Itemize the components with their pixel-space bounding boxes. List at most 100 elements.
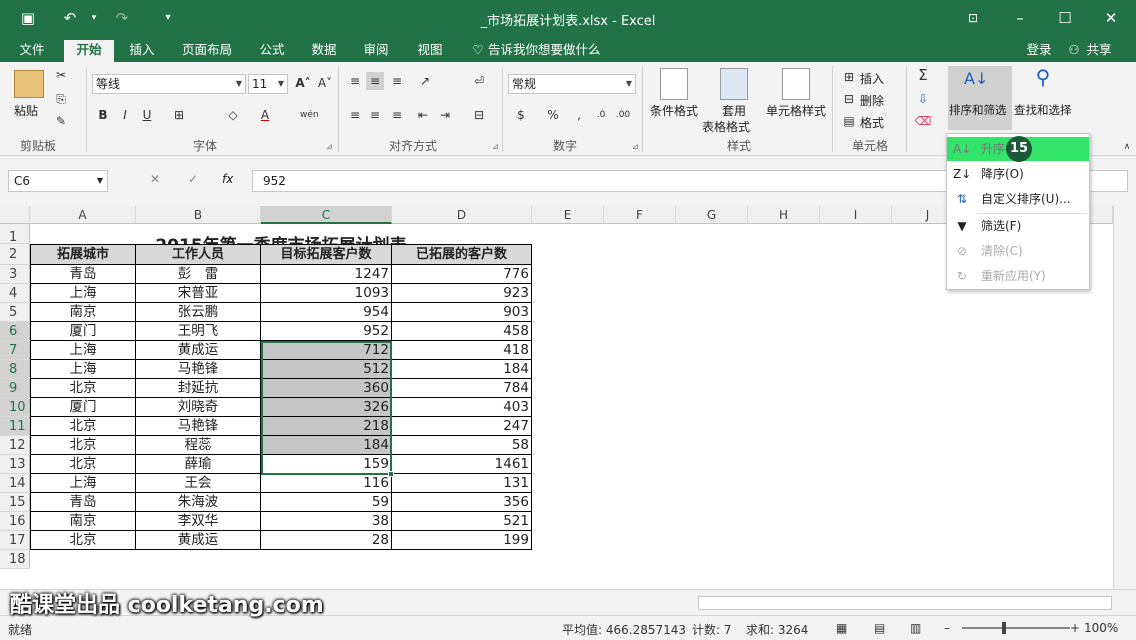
tab-review[interactable]: 审阅 bbox=[356, 40, 396, 62]
grow-font-icon[interactable]: A˄ bbox=[294, 74, 312, 92]
table-cell[interactable]: 59 bbox=[261, 493, 392, 512]
row-header[interactable]: 15 bbox=[0, 493, 30, 512]
font-launcher-icon[interactable]: ⊿ bbox=[326, 142, 333, 151]
underline-icon[interactable]: U bbox=[138, 106, 156, 124]
row-header[interactable]: 9 bbox=[0, 379, 30, 398]
tab-page-layout[interactable]: 页面布局 bbox=[172, 40, 242, 62]
row-header[interactable]: 11 bbox=[0, 417, 30, 436]
increase-decimal-icon[interactable]: .0 bbox=[592, 106, 610, 124]
format-cells-button[interactable]: 格式 bbox=[860, 114, 884, 131]
table-cell[interactable]: 薛瑜 bbox=[136, 455, 261, 474]
table-cell[interactable]: 458 bbox=[392, 322, 532, 341]
table-cell[interactable]: 彭 雷 bbox=[136, 265, 261, 284]
font-size-combo[interactable]: 11 ▼ bbox=[248, 74, 288, 94]
percent-icon[interactable]: % bbox=[544, 106, 562, 124]
collapse-ribbon-icon[interactable]: ∧ bbox=[1118, 138, 1136, 156]
tab-file[interactable]: 文件 bbox=[10, 40, 54, 62]
cut-icon[interactable]: ✂ bbox=[52, 66, 70, 84]
row-header[interactable]: 4 bbox=[0, 284, 30, 303]
column-header[interactable]: H bbox=[748, 206, 820, 224]
table-cell[interactable]: 218 bbox=[261, 417, 392, 436]
row-header[interactable]: 10 bbox=[0, 398, 30, 417]
table-cell[interactable]: 159 bbox=[261, 455, 392, 474]
fill-handle[interactable] bbox=[388, 471, 394, 477]
table-cell[interactable]: 923 bbox=[392, 284, 532, 303]
table-cell[interactable]: 宋普亚 bbox=[136, 284, 261, 303]
column-header[interactable]: G bbox=[676, 206, 748, 224]
insert-function-icon[interactable]: fx bbox=[222, 172, 233, 186]
table-cell[interactable]: 184 bbox=[392, 360, 532, 379]
table-cell[interactable]: 712 bbox=[261, 341, 392, 360]
zoom-in-icon[interactable]: + bbox=[1070, 621, 1080, 635]
column-header[interactable]: C bbox=[261, 206, 392, 224]
comma-style-icon[interactable]: , bbox=[570, 106, 588, 124]
table-cell[interactable]: 黄成运 bbox=[136, 531, 261, 550]
table-cell[interactable]: 程蕊 bbox=[136, 436, 261, 455]
page-break-icon[interactable]: ▥ bbox=[910, 621, 921, 635]
cell-style-button[interactable]: 单元格样式 bbox=[766, 102, 826, 119]
fill-color-icon[interactable]: ◇ bbox=[224, 106, 242, 124]
font-color-icon[interactable]: A bbox=[256, 106, 274, 124]
font-name-combo[interactable]: 等线 ▼ bbox=[92, 74, 246, 94]
table-cell[interactable]: 封延抗 bbox=[136, 379, 261, 398]
delete-cells-button[interactable]: 删除 bbox=[860, 92, 884, 109]
column-header[interactable]: I bbox=[820, 206, 892, 224]
table-cell[interactable]: 512 bbox=[261, 360, 392, 379]
table-cell[interactable]: 厦门 bbox=[30, 398, 136, 417]
format-painter-icon[interactable]: ✎ bbox=[52, 112, 70, 130]
table-cell[interactable]: 黄成运 bbox=[136, 341, 261, 360]
row-header[interactable]: 1 bbox=[0, 224, 30, 245]
table-cell[interactable]: 1247 bbox=[261, 265, 392, 284]
table-cell[interactable]: 360 bbox=[261, 379, 392, 398]
table-cell[interactable]: 954 bbox=[261, 303, 392, 322]
align-bottom-icon[interactable]: ≡ bbox=[388, 72, 406, 90]
wrap-text-icon[interactable]: ⏎ bbox=[470, 72, 488, 90]
align-right-icon[interactable]: ≡ bbox=[388, 106, 406, 124]
share-button[interactable]: 共享 bbox=[1084, 40, 1114, 62]
table-cell[interactable]: 马艳锋 bbox=[136, 360, 261, 379]
tab-data[interactable]: 数据 bbox=[304, 40, 344, 62]
decrease-indent-icon[interactable]: ⇤ bbox=[414, 106, 432, 124]
row-header[interactable]: 7 bbox=[0, 341, 30, 360]
horizontal-scrollbar[interactable] bbox=[698, 596, 1112, 610]
insert-cells-button[interactable]: 插入 bbox=[860, 70, 884, 87]
merge-center-icon[interactable]: ⊟ bbox=[470, 106, 488, 124]
table-cell[interactable]: 28 bbox=[261, 531, 392, 550]
zoom-level[interactable]: 100% bbox=[1084, 621, 1118, 635]
row-header[interactable]: 18 bbox=[0, 550, 30, 569]
table-cell[interactable]: 南京 bbox=[30, 303, 136, 322]
paste-icon[interactable] bbox=[14, 70, 44, 98]
paste-button[interactable]: 粘贴 bbox=[14, 102, 38, 119]
table-cell[interactable]: 784 bbox=[392, 379, 532, 398]
shrink-font-icon[interactable]: A˅ bbox=[316, 74, 334, 92]
close-icon[interactable]: ✕ bbox=[1101, 8, 1121, 28]
table-cell[interactable]: 247 bbox=[392, 417, 532, 436]
align-launcher-icon[interactable]: ⊿ bbox=[492, 142, 499, 151]
bold-icon[interactable]: B bbox=[94, 106, 112, 124]
phonetic-icon[interactable]: wén bbox=[300, 106, 319, 124]
row-header[interactable]: 14 bbox=[0, 474, 30, 493]
align-middle-icon[interactable]: ≡ bbox=[366, 72, 384, 90]
table-cell[interactable]: 1093 bbox=[261, 284, 392, 303]
align-top-icon[interactable]: ≡ bbox=[346, 72, 364, 90]
maximize-icon[interactable]: ☐ bbox=[1055, 8, 1075, 28]
table-cell[interactable]: 356 bbox=[392, 493, 532, 512]
column-header[interactable]: F bbox=[604, 206, 676, 224]
italic-icon[interactable]: I bbox=[116, 106, 134, 124]
row-header[interactable]: 8 bbox=[0, 360, 30, 379]
table-cell[interactable]: 38 bbox=[261, 512, 392, 531]
zoom-out-icon[interactable]: – bbox=[944, 621, 950, 635]
table-cell[interactable]: 上海 bbox=[30, 360, 136, 379]
table-cell[interactable]: 南京 bbox=[30, 512, 136, 531]
table-cell[interactable]: 403 bbox=[392, 398, 532, 417]
table-cell[interactable]: 184 bbox=[261, 436, 392, 455]
row-header[interactable]: 17 bbox=[0, 531, 30, 550]
border-icon[interactable]: ⊞ bbox=[170, 106, 188, 124]
tab-formulas[interactable]: 公式 bbox=[252, 40, 292, 62]
normal-view-icon[interactable]: ▦ bbox=[836, 621, 847, 635]
column-header[interactable]: D bbox=[392, 206, 532, 224]
table-cell[interactable]: 张云鹏 bbox=[136, 303, 261, 322]
table-cell[interactable]: 199 bbox=[392, 531, 532, 550]
column-header[interactable]: A bbox=[30, 206, 136, 224]
row-header[interactable]: 16 bbox=[0, 512, 30, 531]
